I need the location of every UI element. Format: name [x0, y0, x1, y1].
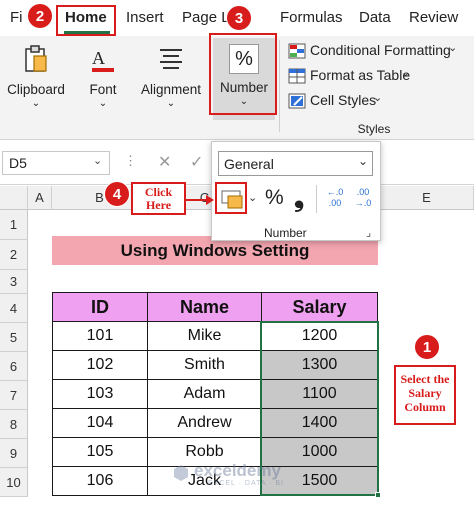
clipboard-label: Clipboard: [7, 82, 65, 97]
column-header-a[interactable]: A: [28, 186, 52, 210]
watermark: exceldemy EXCEL · DATA · BI: [172, 460, 332, 496]
row-header-2[interactable]: 2: [0, 240, 28, 270]
highlight-number-group: [209, 33, 277, 115]
watermark-name: exceldemy: [194, 461, 281, 480]
fill-handle[interactable]: [375, 492, 381, 498]
row-header-10[interactable]: 10: [0, 468, 28, 497]
chevron-down-icon: ⌄: [358, 154, 369, 168]
cell-styles-button[interactable]: Cell Styles ⌄: [288, 92, 468, 112]
row-header-1[interactable]: 1: [0, 210, 28, 240]
tab-file[interactable]: Fi: [10, 9, 23, 26]
cell-name[interactable]: Adam: [147, 379, 262, 409]
svg-text:A: A: [92, 48, 105, 68]
select-salary-note: Select the Salary Column: [394, 365, 456, 425]
row-header-8[interactable]: 8: [0, 410, 28, 439]
conditional-formatting-icon: [288, 43, 306, 59]
alignment-label: Alignment: [140, 82, 202, 97]
chevron-down-icon: ⌄: [401, 67, 411, 79]
cell-styles-label: Cell Styles: [310, 92, 377, 108]
styles-group-label: Styles: [357, 122, 391, 136]
group-divider: [279, 40, 280, 132]
step-3-badge: 3: [226, 5, 252, 31]
cell-id[interactable]: 101: [52, 321, 148, 351]
increase-decimal-button[interactable]: ←.0 .00: [322, 187, 348, 211]
decrease-decimal-button[interactable]: .00 →.0: [350, 187, 376, 211]
enter-icon[interactable]: ✓: [190, 152, 203, 172]
watermark-tagline: EXCEL · DATA · BI: [208, 480, 284, 487]
format-as-table-button[interactable]: Format as Table ⌄: [288, 67, 468, 87]
tab-insert[interactable]: Insert: [126, 9, 164, 26]
cell-name[interactable]: Andrew: [147, 408, 262, 438]
percent-style-button[interactable]: %: [265, 186, 284, 210]
align-icon: [160, 49, 182, 69]
step-1-badge: 1: [414, 334, 440, 360]
header-salary[interactable]: Salary: [261, 292, 378, 322]
popup-divider: [316, 185, 317, 213]
cell-name[interactable]: Mike: [147, 321, 262, 351]
row-header-9[interactable]: 9: [0, 439, 28, 468]
chevron-down-icon: ⌄: [373, 92, 383, 104]
chevron-down-icon[interactable]: ⌄: [248, 191, 257, 204]
chevron-down-icon: ⌄: [448, 42, 458, 54]
cell-name[interactable]: Smith: [147, 350, 262, 380]
clipboard-button[interactable]: Clipboard ⌄: [7, 42, 65, 118]
chevron-down-icon: ⌄: [31, 98, 41, 109]
number-format-dropdown[interactable]: General ⌄: [218, 151, 373, 176]
row-header-7[interactable]: 7: [0, 381, 28, 410]
tab-formulas[interactable]: Formulas: [280, 9, 343, 26]
cell-id[interactable]: 106: [52, 466, 148, 496]
select-all-corner[interactable]: [0, 186, 28, 210]
clipboard-icon: [25, 45, 47, 72]
header-id[interactable]: ID: [52, 292, 148, 322]
name-box-value: D5: [9, 155, 27, 171]
cell-id[interactable]: 105: [52, 437, 148, 467]
name-box[interactable]: D5 ⌄: [2, 151, 110, 175]
step-2-badge: 2: [27, 3, 53, 29]
conditional-formatting-label: Conditional Formatting: [310, 42, 451, 58]
highlight-home-tab: [56, 5, 116, 36]
dialog-launcher-icon[interactable]: ⌟: [366, 226, 371, 239]
conditional-formatting-button[interactable]: Conditional Formatting ⌄: [288, 42, 468, 62]
row-header-6[interactable]: 6: [0, 352, 28, 381]
cell-id[interactable]: 103: [52, 379, 148, 409]
tab-review[interactable]: Review: [409, 9, 458, 26]
font-icon: A: [92, 48, 114, 72]
row-header-3[interactable]: 3: [0, 270, 28, 294]
cell-id[interactable]: 102: [52, 350, 148, 380]
column-header-e[interactable]: E: [380, 186, 474, 210]
step-4-badge: 4: [104, 181, 130, 207]
tab-data[interactable]: Data: [359, 9, 391, 26]
number-format-value: General: [224, 156, 274, 172]
chevron-down-icon: ⌄: [166, 98, 176, 109]
format-as-table-label: Format as Table: [310, 67, 411, 83]
chevron-down-icon: ⌄: [98, 98, 108, 109]
click-here-note: Click Here: [131, 182, 186, 215]
cancel-icon[interactable]: ✕: [158, 152, 171, 172]
table-icon: [288, 68, 306, 84]
number-popup-label: Number: [264, 226, 307, 240]
font-button[interactable]: A Font ⌄: [82, 42, 124, 118]
highlight-accounting-button: [215, 182, 247, 214]
row-header-4[interactable]: 4: [0, 294, 28, 323]
cell-styles-icon: [288, 93, 306, 109]
font-label: Font: [89, 82, 117, 97]
chevron-down-icon: ⌄: [93, 155, 103, 167]
formula-bar-more-icon: ⋮: [124, 153, 137, 168]
alignment-button[interactable]: Alignment ⌄: [140, 42, 202, 118]
header-name[interactable]: Name: [147, 292, 262, 322]
comma-style-button[interactable]: ❟: [294, 182, 304, 214]
cell-id[interactable]: 104: [52, 408, 148, 438]
watermark-logo-icon: [174, 465, 188, 481]
row-header-5[interactable]: 5: [0, 323, 28, 352]
arrow-right-icon: [186, 195, 214, 205]
